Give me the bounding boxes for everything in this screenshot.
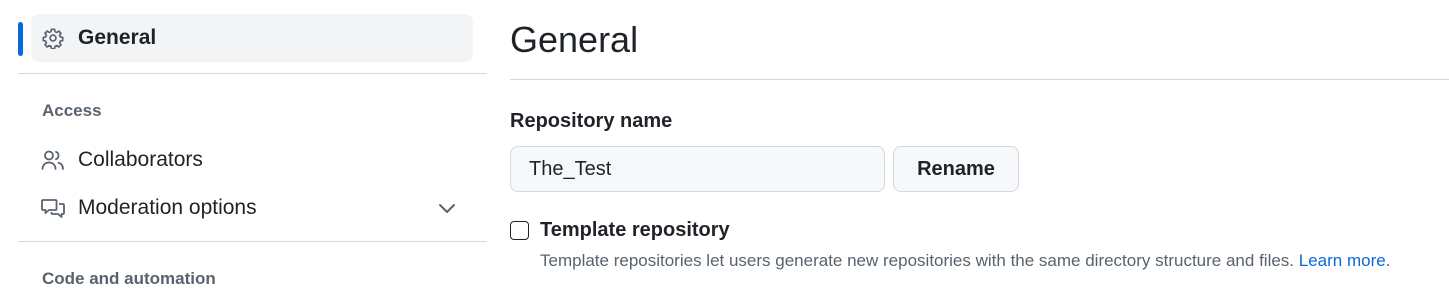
sidebar-item-label: Collaborators <box>78 148 203 171</box>
repository-name-input[interactable] <box>510 146 885 192</box>
description-period: . <box>1385 251 1391 270</box>
template-repository-label[interactable]: Template repository <box>540 219 730 242</box>
rename-button[interactable]: Rename <box>893 146 1019 192</box>
active-nav-indicator <box>18 22 23 56</box>
template-repository-checkbox[interactable] <box>510 221 529 240</box>
comment-discussion-icon <box>41 196 65 220</box>
template-description-text: Template repositories let users generate… <box>540 251 1295 270</box>
page-title: General <box>510 19 639 60</box>
sidebar-section-code-automation: Code and automation <box>42 269 216 288</box>
gear-icon <box>41 26 65 50</box>
sidebar-item-general[interactable]: General <box>31 14 473 62</box>
sidebar-divider <box>18 241 487 242</box>
sidebar-item-label: Moderation options <box>78 196 257 219</box>
sidebar-item-label: General <box>78 26 157 49</box>
template-repository-description: Template repositories let users generate… <box>540 251 1390 271</box>
sidebar-item-collaborators[interactable]: Collaborators <box>31 136 473 184</box>
settings-page: General Access Collaborators Moderation … <box>0 0 1449 295</box>
title-divider <box>510 79 1449 80</box>
sidebar-item-moderation-options[interactable]: Moderation options <box>31 184 473 232</box>
settings-sidebar: General Access Collaborators Moderation … <box>0 0 487 295</box>
learn-more-link[interactable]: Learn more <box>1299 251 1386 270</box>
sidebar-divider <box>18 73 487 74</box>
settings-main: General Repository name Rename Template … <box>510 0 1449 295</box>
chevron-down-icon[interactable] <box>435 196 459 220</box>
sidebar-section-access: Access <box>42 101 102 120</box>
people-icon <box>41 148 65 172</box>
repository-name-label: Repository name <box>510 110 673 132</box>
